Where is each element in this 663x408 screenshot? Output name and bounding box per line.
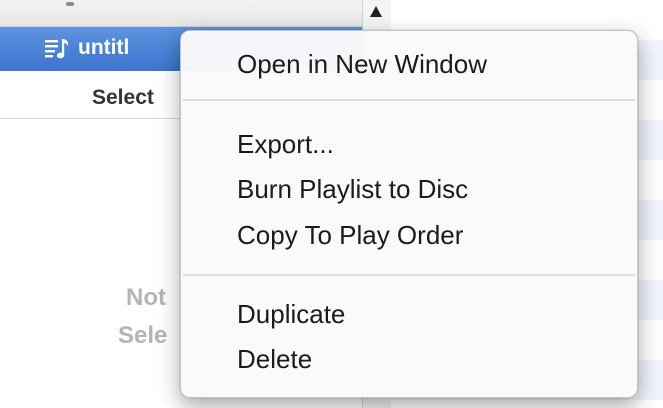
- menu-item-label: Copy To Play Order: [237, 220, 464, 250]
- header-mark: [66, 2, 74, 6]
- empty-state-line-1: Not: [126, 284, 166, 311]
- context-menu: Open in New Window Export... Burn Playli…: [180, 30, 638, 398]
- source-list-header: [0, 0, 362, 27]
- menu-item-open-in-new-window[interactable]: Open in New Window: [181, 43, 637, 83]
- playlist-icon: [44, 37, 70, 61]
- menu-item-label: Export...: [237, 129, 334, 159]
- menu-item-label: Open in New Window: [237, 49, 487, 79]
- menu-separator: [183, 99, 635, 101]
- scroll-up-arrow-icon[interactable]: [370, 6, 382, 17]
- menu-item-export[interactable]: Export...: [181, 123, 637, 163]
- select-label: Select: [92, 86, 154, 109]
- menu-item-label: Duplicate: [237, 299, 346, 329]
- menu-item-copy-to-play-order[interactable]: Copy To Play Order: [181, 214, 637, 254]
- menu-item-label: Burn Playlist to Disc: [237, 174, 469, 204]
- menu-item-burn-playlist[interactable]: Burn Playlist to Disc: [181, 168, 637, 208]
- menu-item-delete[interactable]: Delete: [181, 338, 637, 378]
- playlist-name: untitl: [78, 36, 130, 59]
- menu-item-label: Delete: [237, 344, 313, 374]
- empty-state-line-2: Sele: [118, 322, 168, 349]
- app-window: untitl Select Not Sele Open in New Windo…: [0, 0, 663, 408]
- menu-item-duplicate[interactable]: Duplicate: [181, 293, 637, 333]
- menu-separator: [183, 274, 635, 276]
